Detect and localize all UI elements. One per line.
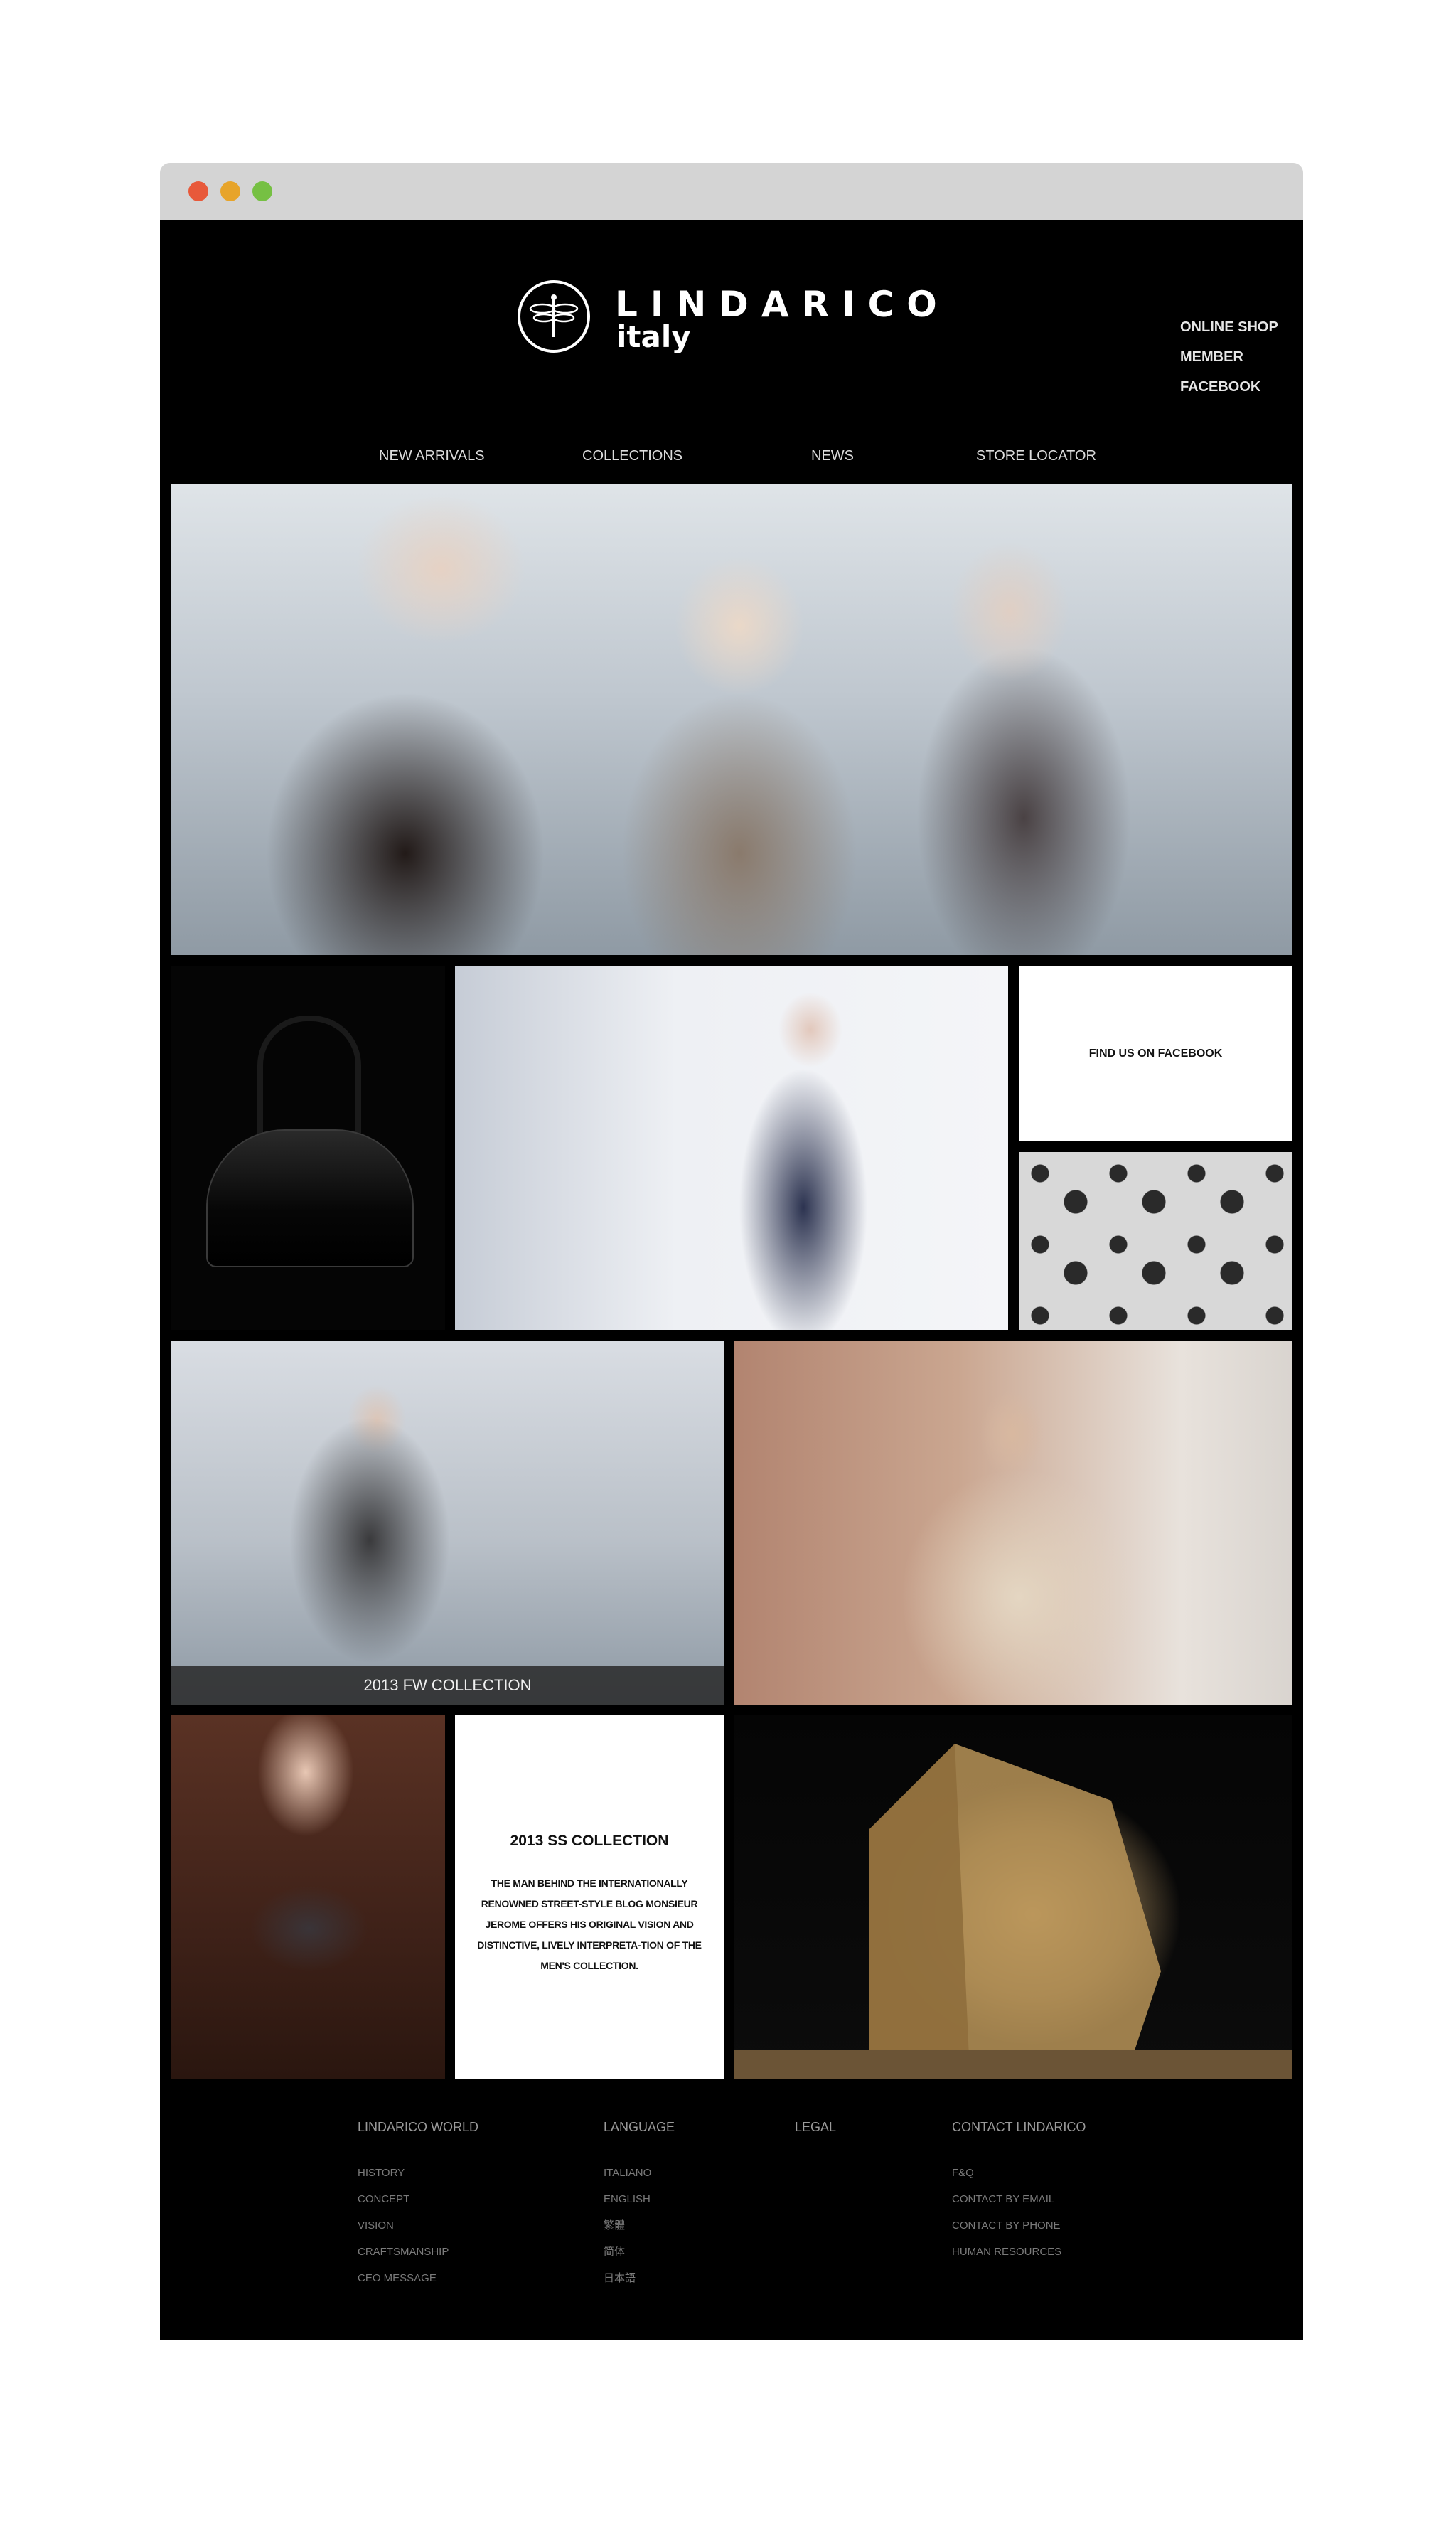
hero-banner-image[interactable] (171, 484, 1292, 955)
footer-link-history[interactable]: HISTORY (358, 2160, 478, 2186)
site-page: LINDARICO italy ONLINE SHOP MEMBER FACEB… (160, 220, 1303, 2340)
footer-heading-language: LANGUAGE (604, 2120, 675, 2134)
footer-heading-contact: CONTACT LINDARICO (952, 2120, 1086, 2134)
footer-link-vision[interactable]: VISION (358, 2212, 478, 2239)
footer-link-contact-phone[interactable]: CONTACT BY PHONE (952, 2212, 1086, 2239)
brand-subtitle: italy (616, 319, 691, 354)
facebook-tile-label: FIND US ON FACEBOOK (1088, 1047, 1223, 1060)
footer-col-language: LANGUAGE ITALIANO ENGLISH 繁體 简体 日本語 (604, 2120, 675, 2291)
footer-link-fq[interactable]: F&Q (952, 2160, 1086, 2186)
ss-collection-tile[interactable]: 2013 SS COLLECTION THE MAN BEHIND THE IN… (455, 1715, 724, 2079)
ss-collection-description: THE MAN BEHIND THE INTERNATIONALLY RENOW… (477, 1877, 702, 1971)
coffee-cafe-tile[interactable] (734, 1341, 1292, 1705)
building-illustration (734, 1744, 1292, 2079)
footer-link-human-resources[interactable]: HUMAN RESOURCES (952, 2239, 1086, 2265)
nav-new-arrivals[interactable]: NEW ARRIVALS (379, 448, 485, 464)
header-links: ONLINE SHOP MEMBER FACEBOOK (1180, 312, 1322, 402)
minimize-window-dot[interactable] (220, 181, 240, 201)
nav-store-locator[interactable]: STORE LOCATOR (976, 448, 1096, 464)
footer-link-ceo-message[interactable]: CEO MESSAGE (358, 2265, 478, 2291)
handbag-tile[interactable] (171, 966, 445, 1330)
lace-pattern-tile[interactable] (1019, 1152, 1292, 1330)
nav-collections[interactable]: COLLECTIONS (582, 448, 682, 464)
footer-col-world: LINDARICO WORLD HISTORY CONCEPT VISION C… (358, 2120, 478, 2291)
footer-link-contact-email[interactable]: CONTACT BY EMAIL (952, 2186, 1086, 2212)
fw-collection-caption: 2013 FW COLLECTION (171, 1666, 724, 1705)
online-shop-link[interactable]: ONLINE SHOP (1180, 312, 1322, 342)
nav-news[interactable]: NEWS (811, 448, 854, 464)
footer-heading-legal[interactable]: LEGAL (795, 2120, 836, 2160)
footer-link-craftsmanship[interactable]: CRAFTSMANSHIP (358, 2239, 478, 2265)
footer-link-simplified-chinese[interactable]: 简体 (604, 2239, 675, 2265)
ss-collection-title: 2013 SS COLLECTION (510, 1833, 669, 1849)
footer-link-english[interactable]: ENGLISH (604, 2186, 675, 2212)
facebook-tile[interactable]: FIND US ON FACEBOOK (1019, 966, 1292, 1141)
handbag-image (206, 1129, 414, 1267)
close-window-dot[interactable] (188, 181, 208, 201)
facebook-link[interactable]: FACEBOOK (1180, 372, 1322, 402)
member-link[interactable]: MEMBER (1180, 342, 1322, 372)
footer-link-traditional-chinese[interactable]: 繁體 (604, 2212, 675, 2239)
footer-link-concept[interactable]: CONCEPT (358, 2186, 478, 2212)
maximize-window-dot[interactable] (252, 181, 272, 201)
fur-coat-tile[interactable] (171, 1715, 445, 2079)
dragonfly-logo-icon[interactable] (518, 280, 590, 353)
polka-dress-tile[interactable] (455, 966, 1008, 1330)
footer-col-contact: CONTACT LINDARICO F&Q CONTACT BY EMAIL C… (952, 2120, 1086, 2265)
browser-title-bar (160, 163, 1303, 220)
footer-link-japanese[interactable]: 日本語 (604, 2265, 675, 2291)
footer-link-italiano[interactable]: ITALIANO (604, 2160, 675, 2186)
store-building-tile[interactable] (734, 1715, 1292, 2079)
fw-collection-tile[interactable]: 2013 FW COLLECTION (171, 1341, 724, 1705)
footer-col-legal: LEGAL (795, 2120, 836, 2160)
footer-heading-world: LINDARICO WORLD (358, 2120, 479, 2134)
